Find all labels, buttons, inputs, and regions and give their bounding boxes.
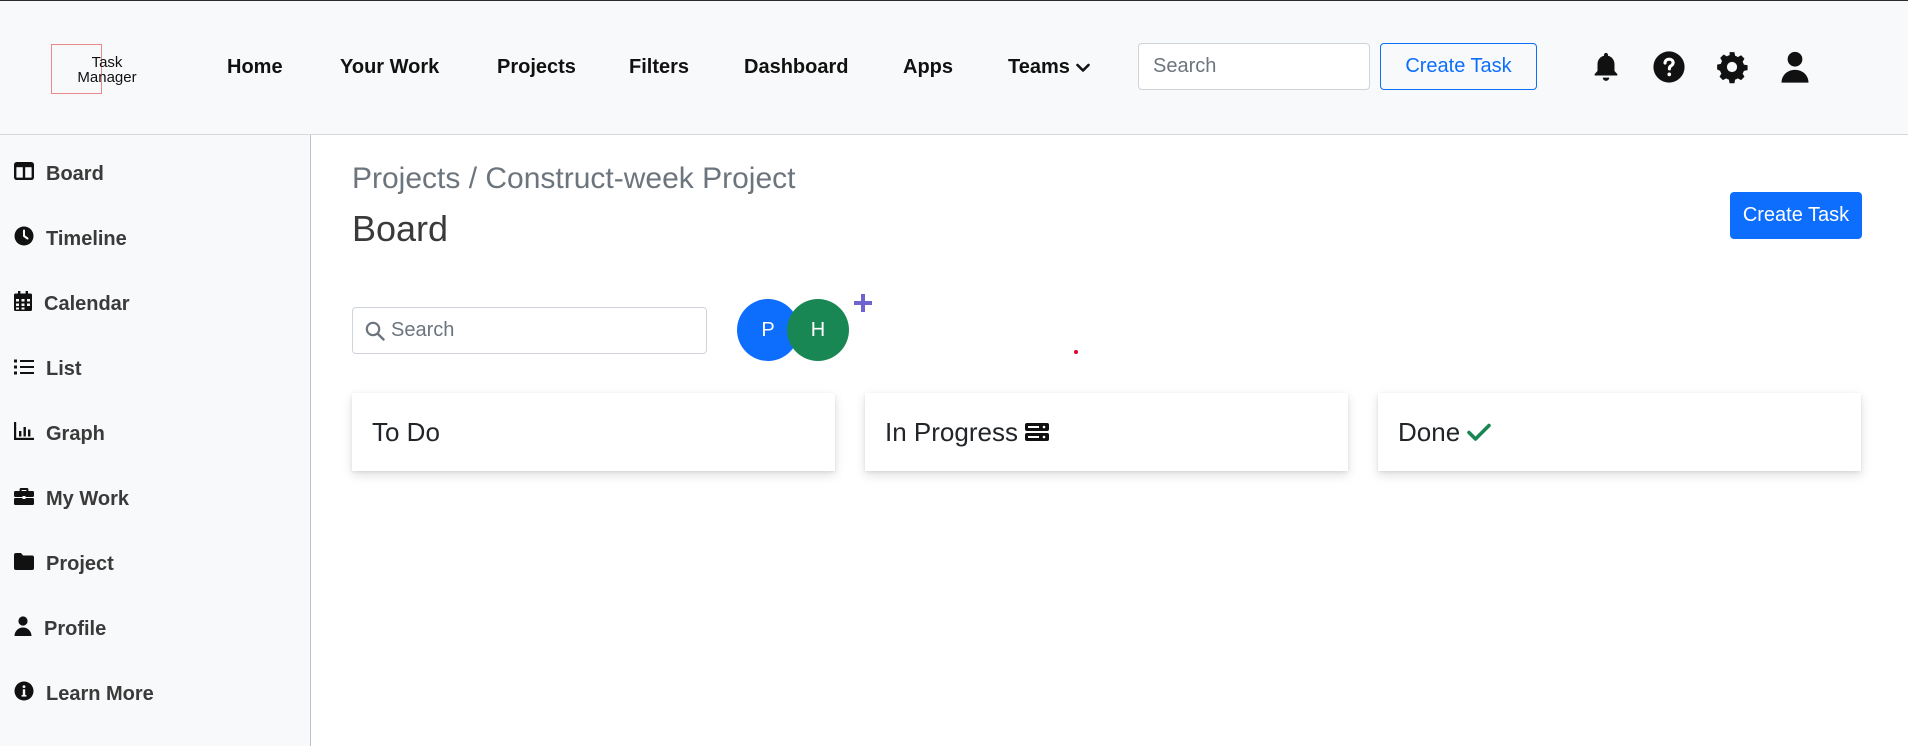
check-icon	[1466, 421, 1492, 443]
column-to-do: To Do	[352, 393, 835, 471]
board-columns-icon	[14, 162, 35, 186]
sidebar-item-project[interactable]: Project	[14, 549, 114, 579]
column-title: Done	[1398, 416, 1461, 447]
sidebar-item-label: Profile	[44, 617, 107, 640]
sidebar-item-list[interactable]: List	[14, 354, 82, 384]
header-create-task-button[interactable]: Create Task	[1380, 43, 1537, 90]
column-in-progress: In Progress	[865, 393, 1348, 471]
column-done: Done	[1378, 393, 1861, 471]
column-title: To Do	[372, 416, 440, 447]
cursor-dot	[1074, 350, 1078, 354]
info-circle-icon	[14, 681, 34, 707]
sidebar-item-timeline[interactable]: Timeline	[14, 224, 127, 254]
user-icon	[14, 616, 32, 642]
board-search	[352, 307, 707, 354]
sidebar-item-label: Timeline	[46, 227, 127, 250]
top-navbar: Task Manager Home Your Work Projects Fil…	[0, 0, 1908, 135]
sidebar-item-profile[interactable]: Profile	[14, 614, 106, 644]
sidebar-item-label: Board	[46, 162, 104, 185]
sidebar-item-label: My Work	[46, 487, 129, 510]
sidebar-item-graph[interactable]: Graph	[14, 419, 105, 449]
bell-icon[interactable]	[1589, 50, 1623, 84]
user-icon[interactable]	[1778, 50, 1812, 84]
nav-your-work[interactable]: Your Work	[340, 56, 439, 79]
nav-filters[interactable]: Filters	[629, 56, 689, 79]
nav-teams[interactable]: Teams	[1008, 56, 1090, 79]
gear-icon[interactable]	[1715, 50, 1749, 84]
header-search-input[interactable]	[1138, 43, 1370, 90]
folder-icon	[14, 552, 34, 576]
help-circle-icon[interactable]	[1652, 50, 1686, 84]
chart-bar-icon	[14, 422, 34, 446]
nav-projects[interactable]: Projects	[497, 56, 576, 79]
nav-teams-label: Teams	[1008, 56, 1070, 78]
sidebar-item-board[interactable]: Board	[14, 159, 104, 189]
nav-apps[interactable]: Apps	[903, 56, 953, 79]
page-title: Board	[352, 208, 449, 249]
app-logo[interactable]: Task Manager	[51, 44, 137, 94]
sidebar-item-label: List	[46, 357, 82, 380]
logo-text: Task Manager	[77, 54, 137, 86]
sidebar-item-calendar[interactable]: Calendar	[14, 289, 130, 319]
sidebar-item-learn-more[interactable]: Learn More	[14, 679, 154, 709]
chevron-down-icon	[1076, 56, 1090, 79]
sidebar-item-my-work[interactable]: My Work	[14, 484, 129, 514]
sidebar-item-label: Graph	[46, 422, 105, 445]
board-search-input[interactable]	[391, 308, 701, 353]
create-task-button[interactable]: Create Task	[1730, 192, 1862, 239]
briefcase-icon	[14, 487, 34, 511]
plus-icon[interactable]	[850, 290, 876, 316]
sidebar-item-label: Learn More	[46, 682, 154, 705]
breadcrumb[interactable]: Projects / Construct-week Project	[352, 162, 795, 196]
sidebar-item-label: Project	[46, 552, 114, 575]
sidebar-item-label: Calendar	[44, 292, 130, 315]
avatar-member-h[interactable]: H	[787, 299, 849, 361]
nav-dashboard[interactable]: Dashboard	[744, 56, 848, 79]
server-icon	[1024, 421, 1050, 443]
column-title: In Progress	[885, 416, 1018, 447]
clock-icon	[14, 226, 34, 252]
sidebar: Board Timeline Calendar List Graph My Wo…	[0, 135, 311, 746]
list-icon	[14, 358, 34, 381]
calendar-icon	[14, 291, 32, 317]
nav-home[interactable]: Home	[227, 56, 283, 79]
